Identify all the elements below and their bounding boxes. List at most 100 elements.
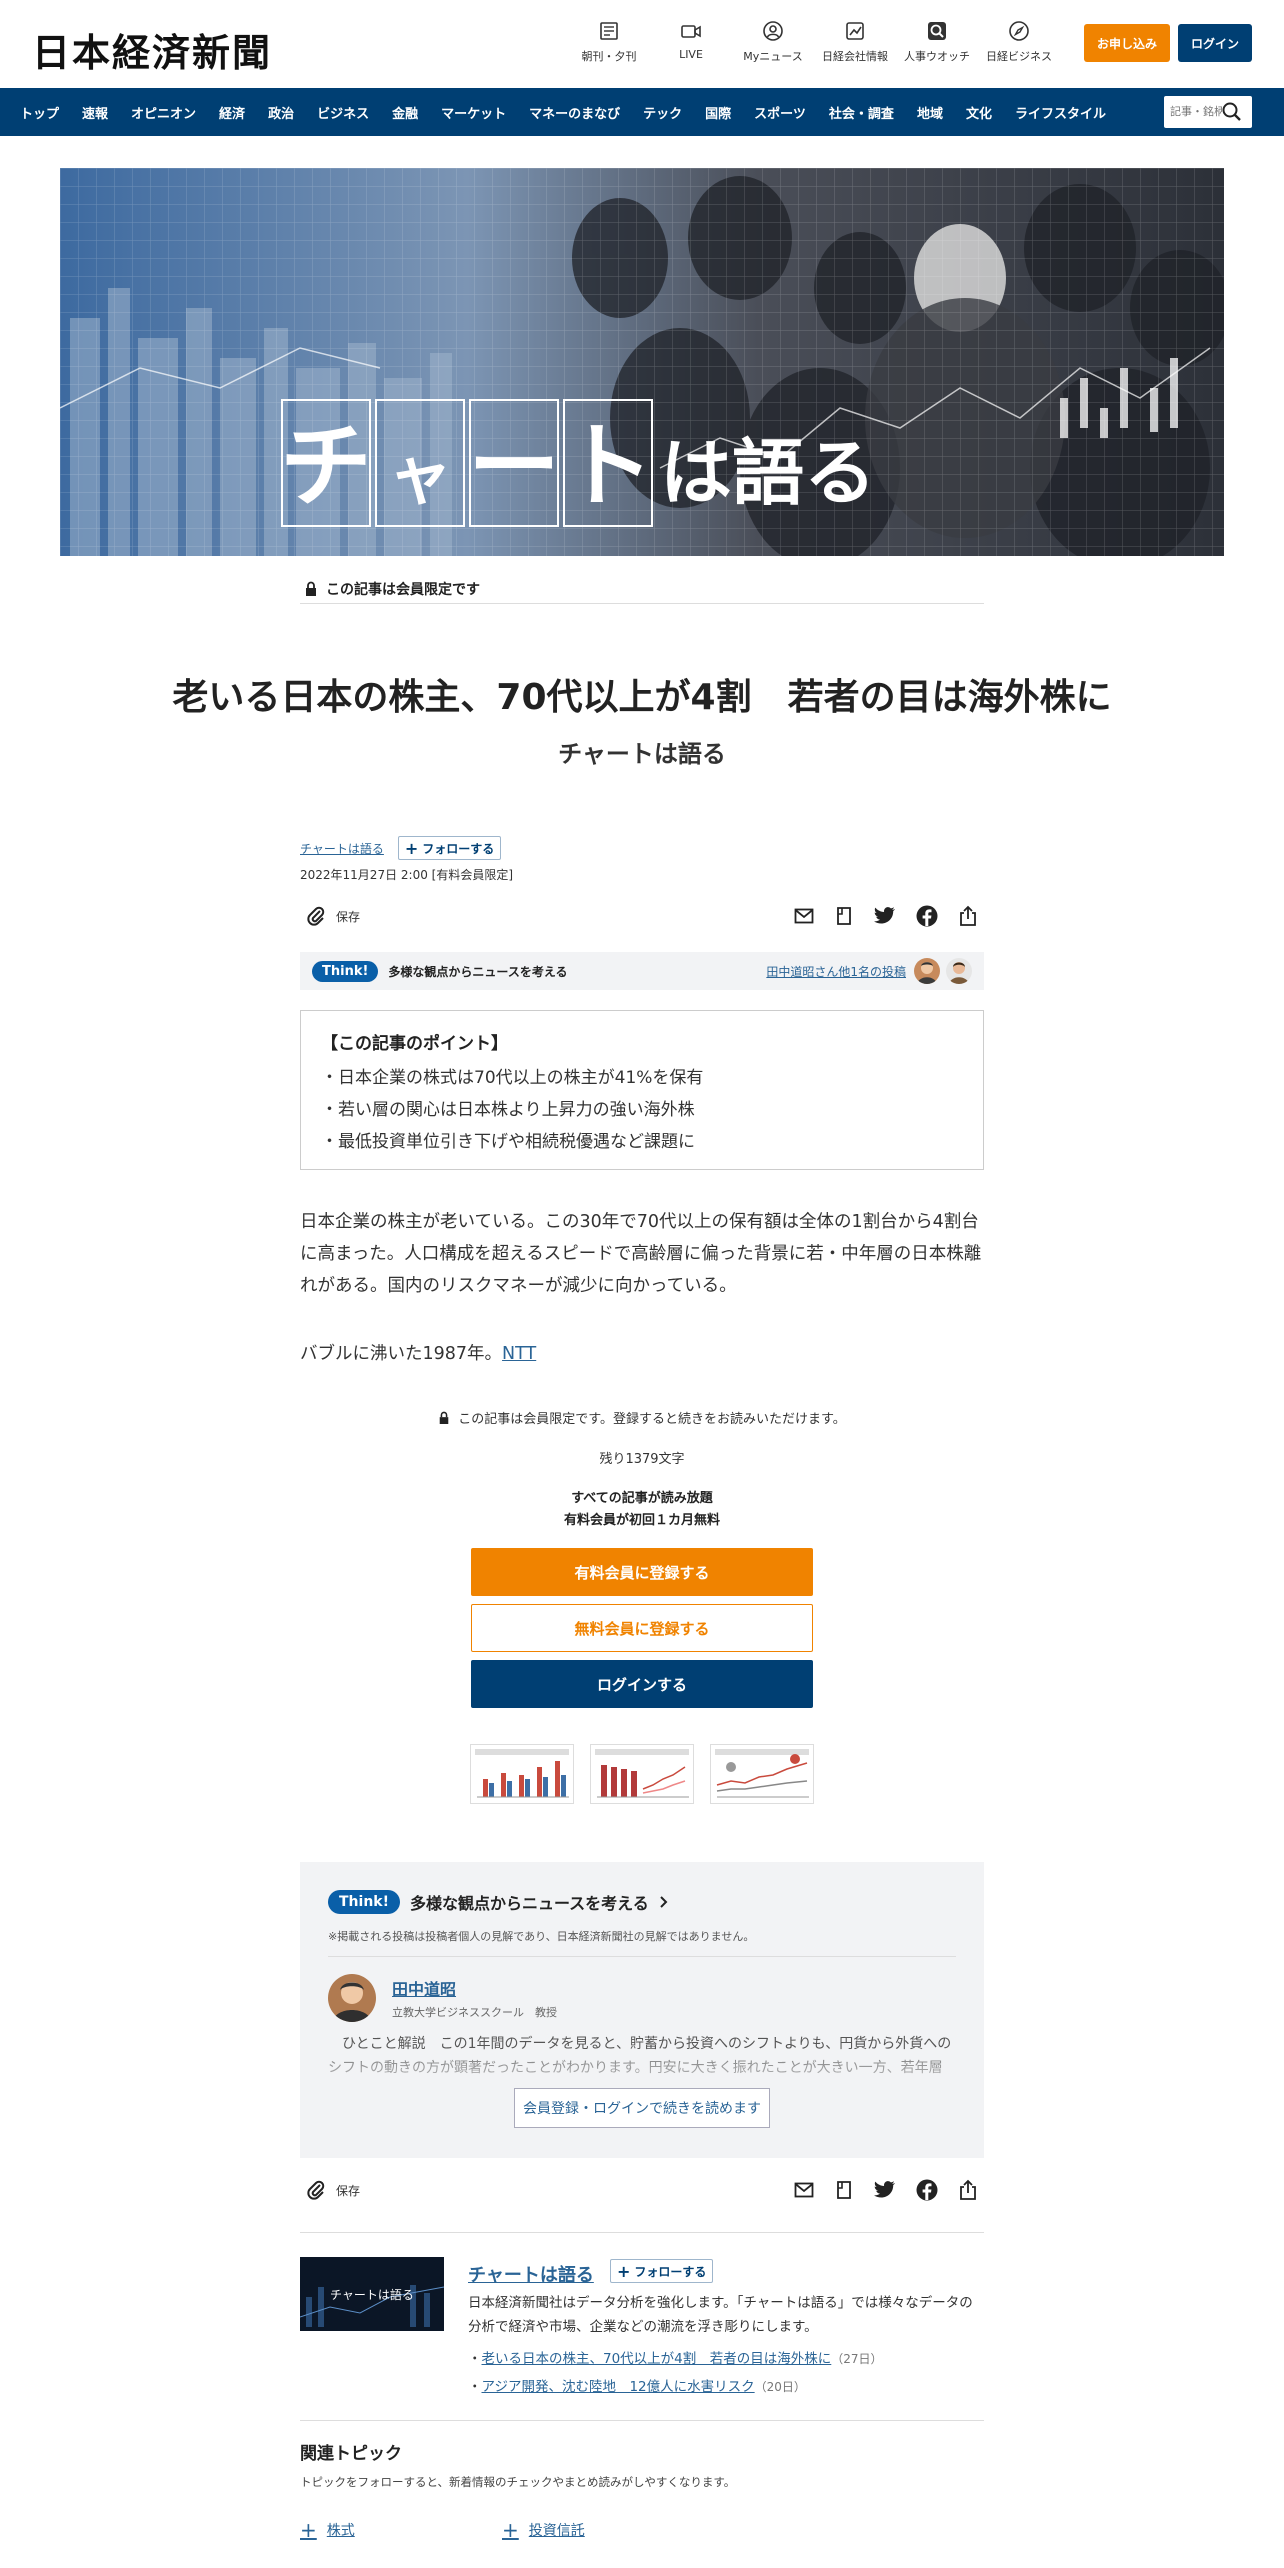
follow-label: フォローする: [634, 2264, 707, 2279]
paperclip-icon: [307, 2180, 325, 2200]
quicklink-company-info[interactable]: 日経会社情報: [814, 20, 896, 64]
mail-icon[interactable]: [794, 2180, 814, 2200]
nav-item-market[interactable]: マーケット: [441, 103, 506, 122]
paperclip-icon: [307, 906, 325, 926]
memo-icon[interactable]: [834, 2180, 854, 2200]
think-box-header[interactable]: Think! 多様な観点からニュースを考える: [328, 1890, 669, 1914]
nav-item-region[interactable]: 地域: [917, 103, 943, 122]
promo-line: すべての記事が読み放題: [571, 1491, 713, 1506]
series-article-link[interactable]: 老いる日本の株主、70代以上が4割 若者の目は海外株に: [482, 2351, 832, 2367]
paywall-notice-text: この記事は会員限定です。登録すると続きをお読みいただけます。: [458, 1412, 846, 1427]
compass-icon: [1009, 21, 1029, 41]
related-topic-investment-trust[interactable]: + 投資信託: [502, 2518, 704, 2542]
article-paragraph: 日本企業の株主が老いている。この30年で70代以上の保有額は全体の1割台から4割…: [300, 1212, 982, 1296]
memo-icon[interactable]: [834, 906, 854, 926]
think-text: 多様な観点からニュースを考える: [388, 964, 568, 979]
series-article-link[interactable]: アジア開発、沈む陸地 12億人に水害リスク: [482, 2379, 755, 2395]
series-link[interactable]: チャートは語る: [300, 840, 384, 857]
quicklink-my-news[interactable]: Myニュース: [732, 20, 814, 64]
key-points-box: 【この記事のポイント】 ・日本企業の株式は70代以上の株主が41%を保有 ・若い…: [300, 1010, 984, 1170]
nav-item-lifestyle[interactable]: ライフスタイル: [1015, 103, 1106, 122]
nav-item-money-learning[interactable]: マネーのまなび: [529, 103, 620, 122]
chart-icon: [846, 22, 864, 40]
share-icons: [794, 905, 978, 927]
quicklink-label: LIVE: [679, 48, 703, 61]
nav-item-breaking[interactable]: 速報: [82, 103, 108, 122]
nav-item-economy[interactable]: 経済: [219, 103, 245, 122]
related-topic-list: + 株式 + 投資信託: [300, 2518, 984, 2542]
nav-item-finance[interactable]: 金融: [392, 103, 418, 122]
nav-item-politics[interactable]: 政治: [268, 103, 294, 122]
commenter-name[interactable]: 田中道昭: [392, 1976, 456, 2000]
avatar[interactable]: [328, 1974, 376, 2022]
article-subhead: チャートは語る: [558, 740, 726, 768]
series-title[interactable]: チャートは語る: [468, 2261, 594, 2287]
series-link-item: ・老いる日本の株主、70代以上が4割 若者の目は海外株に（27日）: [468, 2351, 883, 2367]
quicklink-nikkei-business[interactable]: 日経ビジネス: [978, 20, 1060, 64]
hero-title-char: ト: [562, 412, 654, 520]
key-point: ・最低投資単位引き下げや相続税優遇など課題に: [321, 1132, 695, 1152]
nav-item-opinion[interactable]: オピニオン: [131, 103, 196, 122]
lock-icon: [440, 1411, 449, 1424]
chart-thumbnail[interactable]: [590, 1744, 694, 1804]
chart-thumbnail[interactable]: [470, 1744, 574, 1804]
search-icon[interactable]: [1220, 101, 1244, 123]
register-free-button[interactable]: 無料会員に登録する: [471, 1604, 813, 1652]
site-logo[interactable]: 日本経済新聞: [32, 22, 272, 77]
key-point: ・若い層の関心は日本株より上昇力の強い海外株: [321, 1100, 695, 1120]
remaining-chars: 残り1379文字: [599, 1452, 685, 1467]
user-icon: [763, 21, 783, 41]
nav-items: トップ 速報 オピニオン 経済 政治 ビジネス 金融 マーケット マネーのまなび…: [20, 88, 1129, 136]
nav-item-international[interactable]: 国際: [705, 103, 731, 122]
think-badge: Think!: [328, 1890, 400, 1914]
plus-icon: +: [502, 2518, 519, 2542]
facebook-icon[interactable]: [916, 905, 938, 927]
nav-item-tech[interactable]: テック: [643, 103, 682, 122]
hero-banner: チ ャ ー ト は語る: [60, 168, 1224, 556]
twitter-icon[interactable]: [874, 2180, 896, 2200]
newspaper-icon: [600, 22, 618, 40]
register-paid-button[interactable]: 有料会員に登録する: [471, 1548, 813, 1596]
save-label: 保存: [336, 909, 361, 924]
ntt-link[interactable]: NTT: [502, 1344, 536, 1364]
quicklink-print-edition[interactable]: 朝刊・夕刊: [568, 20, 650, 64]
nav-item-society[interactable]: 社会・調査: [829, 103, 894, 122]
think-posts-link[interactable]: 田中道昭さん他1名の投稿: [766, 963, 906, 980]
hero-title-char: チ: [280, 412, 372, 520]
main-nav: トップ 速報 オピニオン 経済 政治 ビジネス 金融 マーケット マネーのまなび…: [0, 88, 1284, 136]
nav-item-culture[interactable]: 文化: [966, 103, 992, 122]
save-button[interactable]: 保存: [306, 2179, 360, 2201]
read-more-button[interactable]: 会員登録・ログインで続きを読めます: [514, 2088, 770, 2128]
chart-thumbnail[interactable]: [710, 1744, 814, 1804]
follow-button[interactable]: + フォローする: [610, 2259, 714, 2283]
twitter-icon[interactable]: [874, 906, 896, 926]
follow-button[interactable]: + フォローする: [397, 836, 502, 860]
mail-icon[interactable]: [794, 906, 814, 926]
save-button[interactable]: 保存: [306, 905, 360, 927]
series-article-date: （20日）: [754, 2380, 806, 2394]
subscribe-button[interactable]: お申し込み: [1084, 24, 1170, 62]
facebook-icon[interactable]: [916, 2179, 938, 2201]
share-icon[interactable]: [958, 905, 978, 927]
search-input[interactable]: [1170, 102, 1222, 122]
quicklink-label: Myニュース: [743, 50, 803, 63]
hero-title-rest: は語る: [660, 430, 876, 515]
nav-item-business[interactable]: ビジネス: [317, 103, 369, 122]
nav-item-sports[interactable]: スポーツ: [754, 103, 806, 122]
hero-title-char: ー: [468, 412, 560, 520]
related-topic-stocks[interactable]: + 株式: [300, 2518, 502, 2542]
series-description: 日本経済新聞社はデータ分析を強化します。「チャートは語る」では様々なデータの分析…: [468, 2295, 973, 2335]
share-icon[interactable]: [958, 2179, 978, 2201]
nav-item-top[interactable]: トップ: [20, 103, 59, 122]
login-button[interactable]: ログイン: [1178, 24, 1252, 62]
series-thumbnail[interactable]: チャートは語る: [300, 2257, 444, 2331]
promo-line: 有料会員が初回１カ月無料: [563, 1513, 720, 1528]
quicklink-personnel-watch[interactable]: 人事ウオッチ: [896, 20, 978, 64]
avatar[interactable]: [914, 958, 940, 984]
avatar[interactable]: [946, 958, 972, 984]
login-to-read-button[interactable]: ログインする: [471, 1660, 813, 1708]
series-article-date: （27日）: [831, 2352, 883, 2366]
quicklink-label: 人事ウオッチ: [904, 50, 970, 63]
key-point: ・日本企業の株式は70代以上の株主が41%を保有: [321, 1068, 704, 1088]
quicklink-live[interactable]: LIVE: [650, 20, 732, 64]
